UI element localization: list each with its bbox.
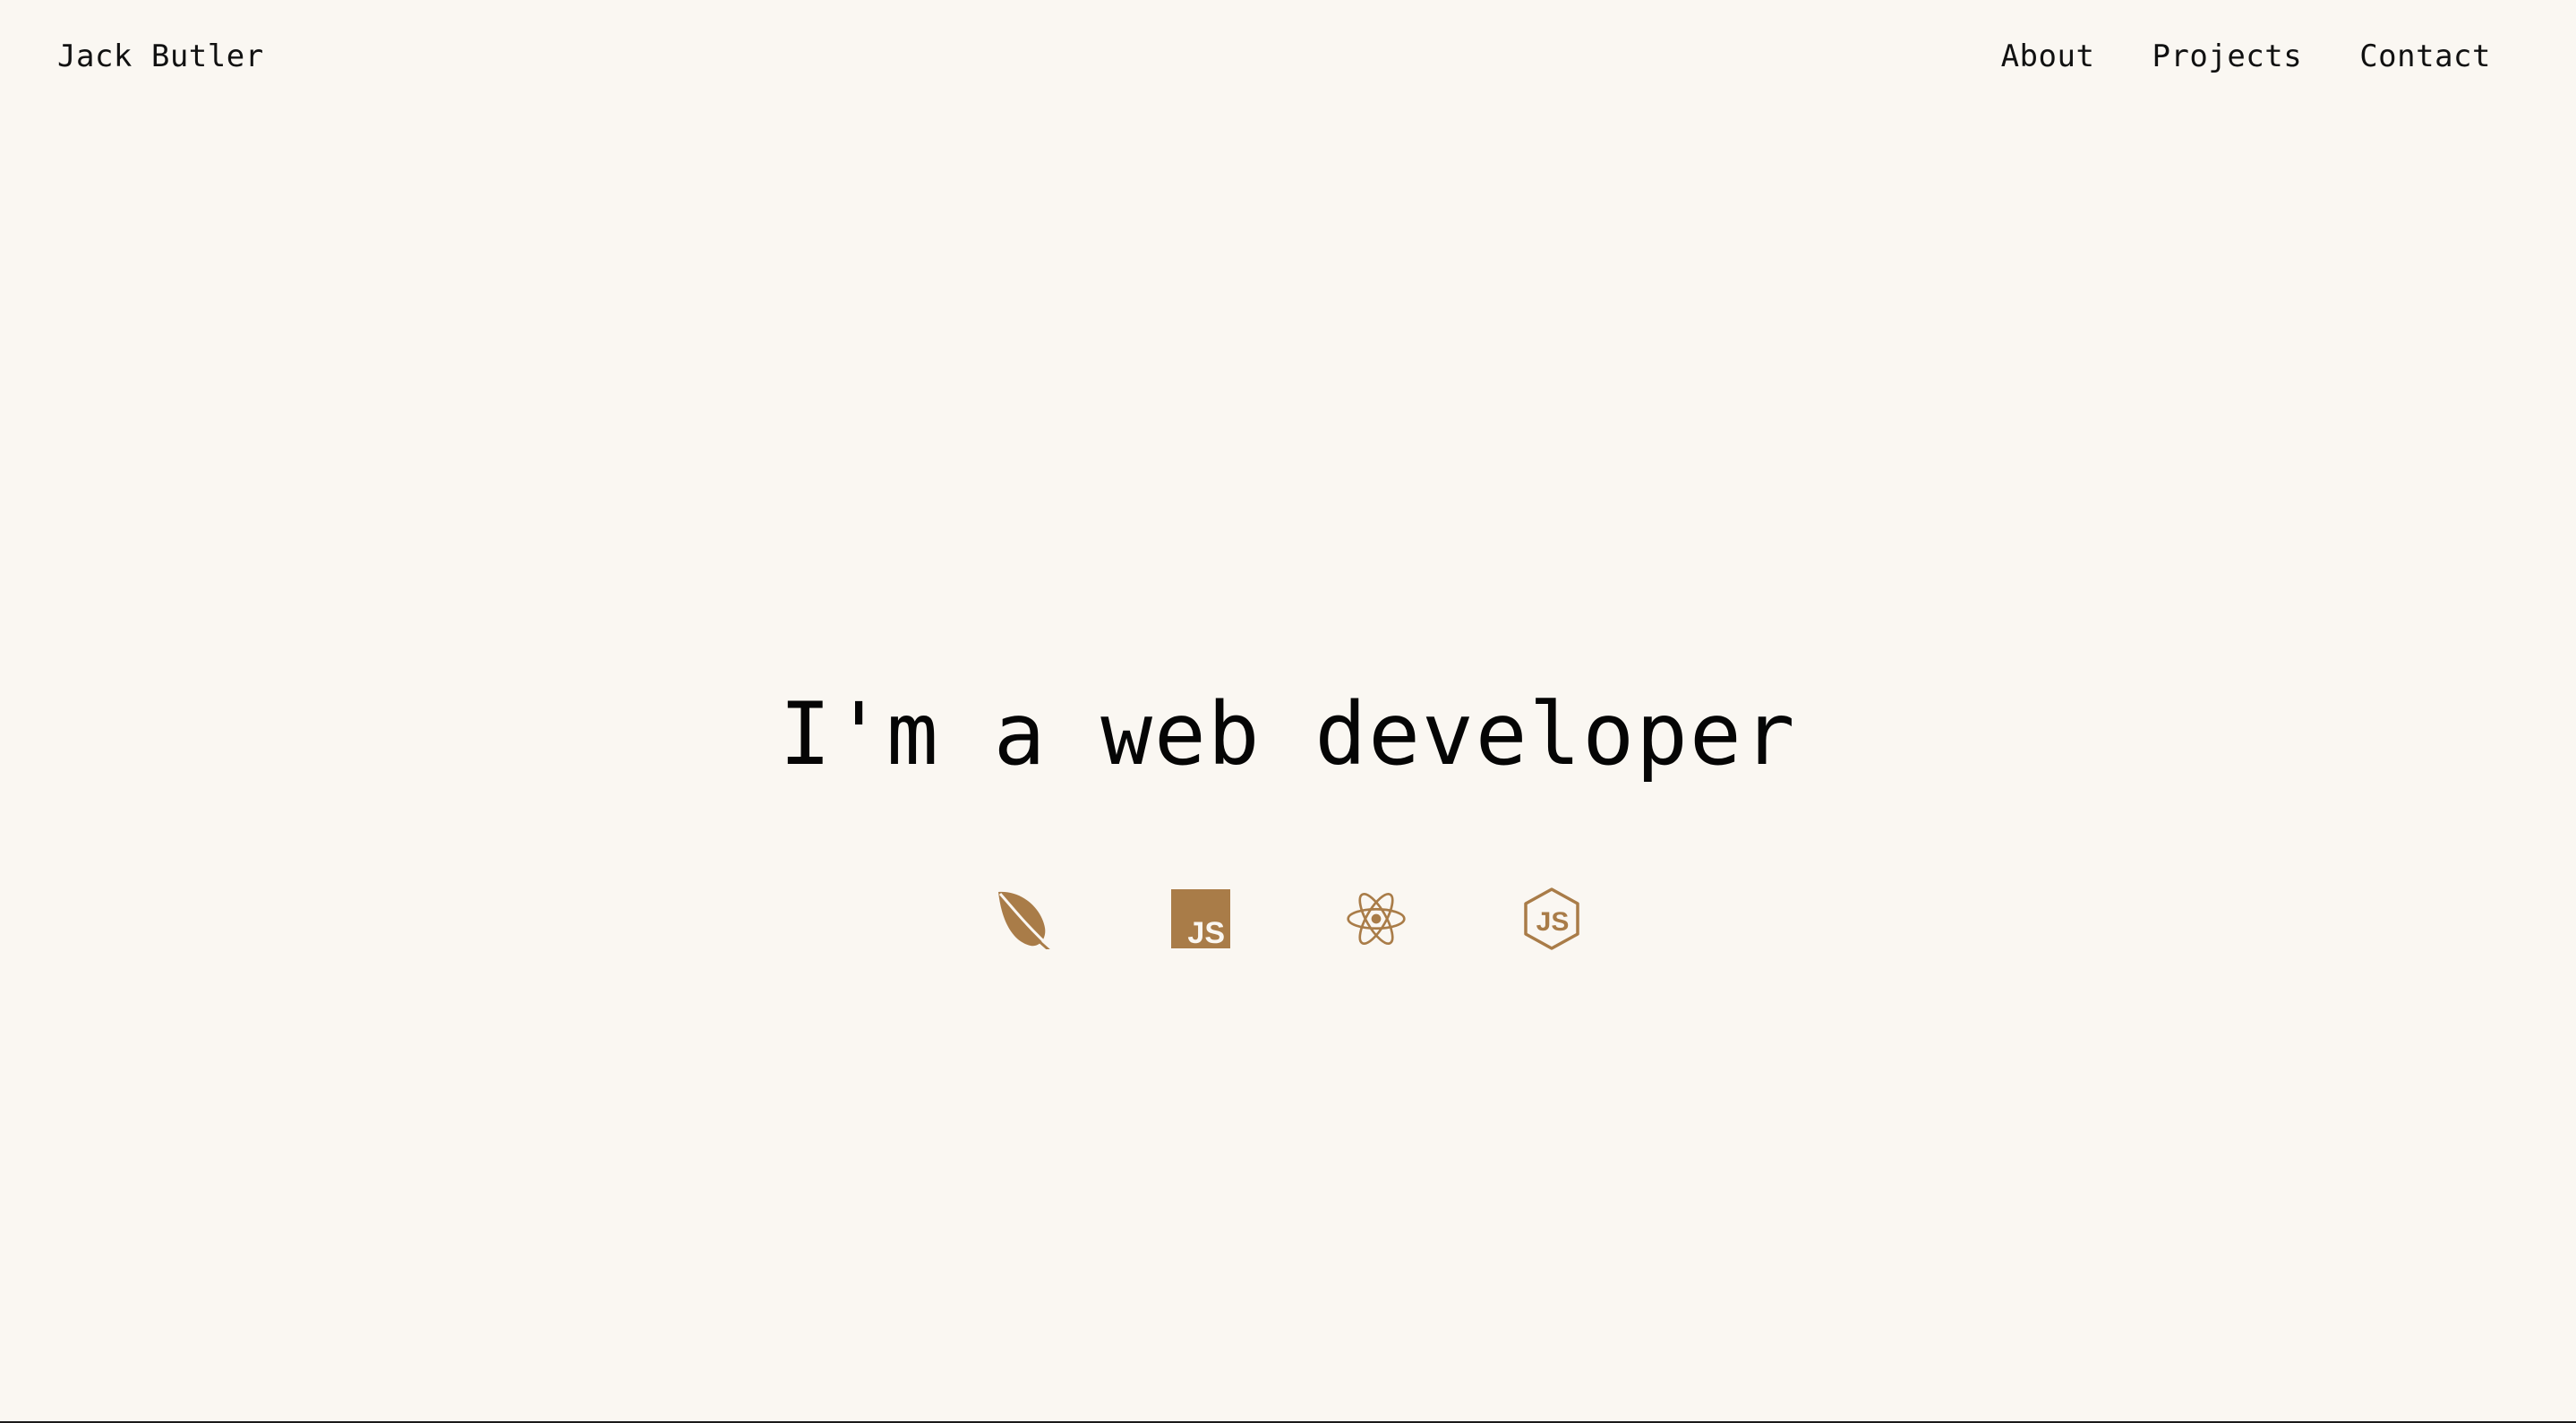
react-icon xyxy=(1346,888,1407,949)
main-nav: About Projects Contact xyxy=(2001,34,2491,79)
leaf-icon xyxy=(995,888,1056,949)
nav-projects[interactable]: Projects xyxy=(2152,34,2302,79)
nav-contact[interactable]: Contact xyxy=(2359,34,2491,79)
nav-about[interactable]: About xyxy=(2001,34,2095,79)
nodejs-icon: JS xyxy=(1521,887,1582,950)
javascript-icon-text: JS xyxy=(1187,916,1225,948)
nodejs-icon-text: JS xyxy=(1536,907,1569,937)
brand-link[interactable]: Jack Butler xyxy=(57,34,264,79)
page: Jack Butler About Projects Contact I'm a… xyxy=(0,0,2576,1423)
javascript-icon: JS xyxy=(1170,888,1231,949)
hero-title: I'm a web developer xyxy=(779,684,1797,784)
tech-icons: JS JS xyxy=(0,887,2576,950)
